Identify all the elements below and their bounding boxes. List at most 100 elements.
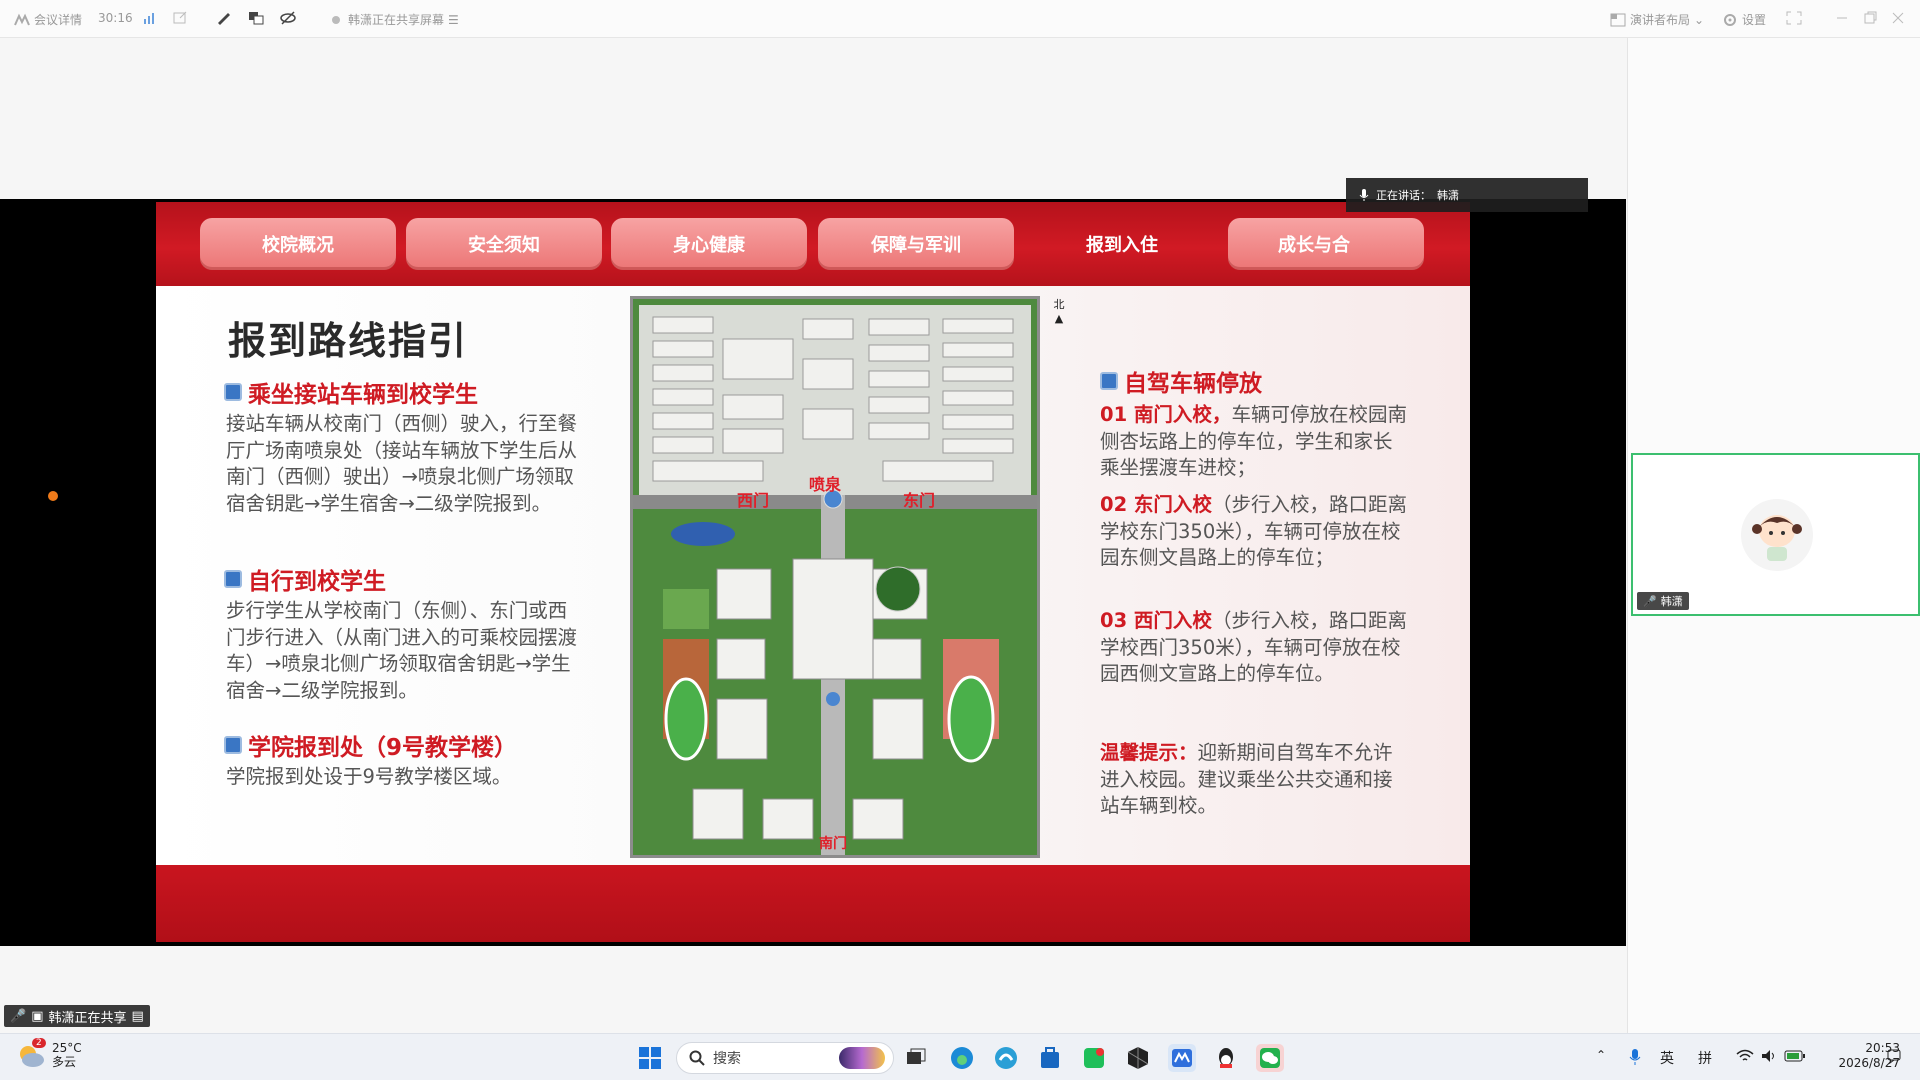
- sharing-badge[interactable]: 🎤 ▣ 韩潇正在共享 ▤: [4, 1005, 150, 1027]
- microphone-icon: [1359, 189, 1369, 201]
- slide-bottom-band: [156, 865, 1470, 942]
- close-icon[interactable]: [1890, 11, 1906, 25]
- map-label-fountain: 喷泉: [809, 475, 842, 494]
- minimize-icon[interactable]: [1834, 11, 1850, 25]
- section-heading: 自驾车辆停放: [1100, 364, 1262, 398]
- fullscreen-icon[interactable]: [1786, 11, 1802, 25]
- microphone-icon[interactable]: [1628, 1048, 1642, 1066]
- meeting-duration: 30:16: [98, 11, 133, 25]
- weather-icon: 2: [16, 1038, 46, 1070]
- popout-icon[interactable]: [172, 11, 188, 25]
- hide-view-icon[interactable]: [280, 11, 296, 25]
- section-heading: 学院报到处（9号教学楼）: [224, 728, 517, 762]
- campus-map-drawing: [633, 299, 1037, 855]
- wifi-icon[interactable]: [1736, 1048, 1754, 1064]
- sharing-badge-text: 韩潇正在共享: [48, 1010, 127, 1026]
- speaking-indicator: 正在讲话： 韩潇: [1346, 178, 1588, 212]
- windows-taskbar: 2 25°C 多云 搜索 ⌃ 英 拼 20:53 2026/8/27: [0, 1033, 1920, 1080]
- avatar: [1741, 499, 1813, 571]
- qq-icon[interactable]: [1212, 1044, 1240, 1072]
- section-heading-text: 自驾车辆停放: [1124, 371, 1262, 397]
- slide-tab: 安全须知: [406, 218, 602, 270]
- share-screen-icon: [332, 15, 340, 24]
- restore-icon[interactable]: [1862, 11, 1878, 25]
- tip-lead: 温馨提示：: [1100, 741, 1198, 764]
- edge-browser-icon[interactable]: [948, 1044, 976, 1072]
- bullet-icon: [1100, 372, 1118, 390]
- parking-item: 03 西门入校（步行入校，路口距离学校西门350米），车辆可停放在校园西侧文宣路…: [1100, 608, 1410, 688]
- slide-tab: 成长与合: [1228, 218, 1424, 270]
- parking-item-lead: 02 东门入校: [1100, 493, 1212, 516]
- map-label-south-gate: 南门: [819, 836, 847, 852]
- task-view-icon[interactable]: [902, 1044, 930, 1072]
- chevron-up-icon[interactable]: ⌃: [1596, 1048, 1606, 1062]
- weather-widget[interactable]: 2 25°C 多云: [16, 1038, 82, 1070]
- translate-icon[interactable]: [248, 11, 264, 25]
- slide-title: 报到路线指引: [228, 319, 469, 363]
- search-icon: [689, 1050, 705, 1066]
- wechat-icon[interactable]: [1256, 1044, 1284, 1072]
- participant-name-tag: 🎤 韩潇: [1637, 592, 1689, 610]
- parking-item: 01 南门入校，车辆可停放在校园南侧杏坛路上的停车位，学生和家长乘坐摆渡车进校；: [1100, 402, 1410, 482]
- search-placeholder: 搜索: [713, 1051, 741, 1067]
- slide-tab-active: 报到入住: [1086, 235, 1158, 256]
- ime-mode-indicator[interactable]: 拼: [1698, 1048, 1712, 1068]
- cube-app-icon[interactable]: [1124, 1044, 1152, 1072]
- windows-start-icon[interactable]: [636, 1044, 664, 1072]
- weather-badge: 2: [32, 1038, 46, 1048]
- microphone-icon: 🎤: [10, 1008, 27, 1024]
- slide-nav-band: 校院概况 安全须知 身心健康 保障与军训 报到入住 成长与合: [156, 202, 1470, 286]
- meeting-top-bar: 会议详情 30:16 韩潇正在共享屏幕 ☰ 演讲者布局 ⌄ 设置: [0, 0, 1920, 38]
- bullet-icon: [224, 736, 242, 754]
- participant-name: 韩潇: [1660, 595, 1683, 608]
- store-icon[interactable]: [1036, 1044, 1064, 1072]
- participant-video-tile[interactable]: 🎤 韩潇: [1631, 453, 1920, 616]
- campus-map: 西门 喷泉 东门 南门: [630, 296, 1040, 858]
- settings-button[interactable]: 设置: [1722, 11, 1766, 28]
- cursor-indicator: [48, 491, 58, 501]
- slide-tab: 身心健康: [611, 218, 807, 270]
- shared-screen-view: 校院概况 安全须知 身心健康 保障与军训 报到入住 成长与合 报到路线指引 乘坐…: [0, 199, 1626, 946]
- layout-icon: [1610, 13, 1626, 26]
- tip-text: 温馨提示：迎新期间自驾车不允许进入校园。建议乘坐公共交通和接站车辆到校。: [1100, 740, 1410, 820]
- messaging-app-icon[interactable]: [1080, 1044, 1108, 1072]
- annotate-icon[interactable]: [216, 11, 232, 25]
- layout-label: 演讲者布局: [1630, 13, 1691, 27]
- chevron-down-icon: ⌄: [1694, 12, 1705, 27]
- map-label-west-gate: 西门: [737, 491, 770, 510]
- ime-language-indicator[interactable]: 英: [1660, 1048, 1674, 1068]
- weather-temp: 25°C: [52, 1041, 82, 1055]
- share-settings-icon: ▤: [131, 1008, 144, 1024]
- presentation-slide: 校院概况 安全须知 身心健康 保障与军训 报到入住 成长与合 报到路线指引 乘坐…: [156, 202, 1470, 942]
- north-arrow-icon: ▲: [1054, 312, 1064, 325]
- section-heading: 自行到校学生: [224, 562, 386, 596]
- signal-icon[interactable]: [142, 11, 158, 25]
- meeting-app-icon[interactable]: [1168, 1044, 1196, 1072]
- meeting-logo-icon: [14, 13, 30, 25]
- settings-label: 设置: [1742, 13, 1767, 27]
- section-body: 学院报到处设于9号教学楼区域。: [226, 765, 512, 788]
- section-body: 接站车辆从校南门（西侧）驶入，行至餐厅广场南喷泉处（接站车辆放下学生后从南门（西…: [226, 412, 578, 515]
- screen-share-icon: ▣: [31, 1008, 44, 1024]
- notification-icon[interactable]: [1886, 1048, 1902, 1064]
- layout-button[interactable]: 演讲者布局 ⌄: [1610, 11, 1704, 28]
- parking-item-lead: 01 南门入校，: [1100, 403, 1232, 426]
- north-indicator: 北 ▲: [1052, 298, 1066, 326]
- taskbar-search[interactable]: 搜索: [676, 1042, 894, 1074]
- battery-icon[interactable]: [1784, 1048, 1806, 1064]
- volume-icon[interactable]: [1760, 1048, 1778, 1064]
- meeting-info-label: 会议详情: [34, 13, 83, 27]
- sharing-status[interactable]: 韩潇正在共享屏幕 ☰: [328, 11, 459, 28]
- bullet-icon: [224, 383, 242, 401]
- slide-tab: 校院概况: [200, 218, 396, 270]
- section-heading-text: 自行到校学生: [248, 569, 386, 595]
- gear-icon: [1724, 13, 1736, 26]
- microphone-icon: 🎤: [1643, 594, 1657, 608]
- section-body: 步行学生从学校南门（东侧）、东门或西门步行进入（从南门进入的可乘校园摆渡车）→喷…: [226, 599, 578, 702]
- parking-item: 02 东门入校（步行入校，路口距离学校东门350米），车辆可停放在校园东侧文昌路…: [1100, 492, 1410, 572]
- meeting-info-button[interactable]: 会议详情: [14, 11, 82, 28]
- north-label: 北: [1053, 298, 1065, 311]
- bullet-icon: [224, 570, 242, 588]
- edge-dev-icon[interactable]: [992, 1044, 1020, 1072]
- weather-desc: 多云: [52, 1055, 77, 1069]
